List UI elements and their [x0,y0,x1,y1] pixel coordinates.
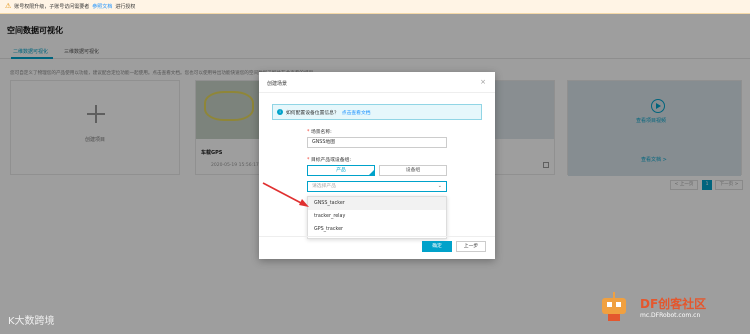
watermark-left: K大数跨境 [8,316,55,327]
watermark-right-url: mc.DFRobot.com.cn [640,312,701,319]
warning-icon: ⚠ [5,2,12,10]
dropdown-option[interactable]: GPS_tracker [308,223,446,236]
notice-text: 账号权限升级，子账号访问需要者 [14,4,90,10]
robot-logo-icon [602,292,626,321]
watermark-right-brand: DF创客社区 [640,297,707,311]
confirm-button[interactable]: 确定 [422,241,452,252]
create-scene-modal: 创建场景 × i 如何配置设备位置信息？ 点击查看文档 * 场景名称: GNSS… [259,72,495,259]
dropdown-option[interactable]: tracker_relay [308,210,446,223]
modal-title: 创建场景 [267,81,288,87]
product-select-placeholder: 请选择产品 [312,184,336,189]
info-icon: i [277,109,283,115]
notice-suffix: 进行授权 [115,4,136,10]
info-banner: i 如何配置设备位置信息？ 点击查看文档 [272,104,482,120]
source-label: * 目标产品或设备组: [307,156,351,163]
dropdown-option[interactable]: GNSS_tacker [308,197,446,210]
product-dropdown: GNSS_tacker tracker_relay GPS_tracker [307,196,447,239]
scene-name-label-text: 场景名称: [310,130,332,135]
info-doc-link[interactable]: 点击查看文档 [342,109,371,116]
info-question: 如何配置设备位置信息？ [286,110,339,116]
back-button[interactable]: 上一步 [456,241,486,252]
chevron-down-icon: ⌄ [437,183,442,189]
product-select[interactable]: 请选择产品 ⌄ [307,181,447,192]
scene-name-label: * 场景名称: [307,128,332,135]
scene-name-input[interactable]: GNSS地图 [307,137,447,148]
segment-product[interactable]: 产品 [307,165,375,176]
modal-footer-divider [259,236,495,237]
notice-bar: ⚠ 账号权限升级，子账号访问需要者 参照文档 进行授权 [0,0,750,14]
close-icon[interactable]: × [480,78,486,86]
notice-link[interactable]: 参照文档 [92,3,112,10]
segment-device-group[interactable]: 设备组 [379,165,447,176]
source-label-text: 目标产品或设备组: [310,158,351,163]
modal-divider [259,92,495,93]
